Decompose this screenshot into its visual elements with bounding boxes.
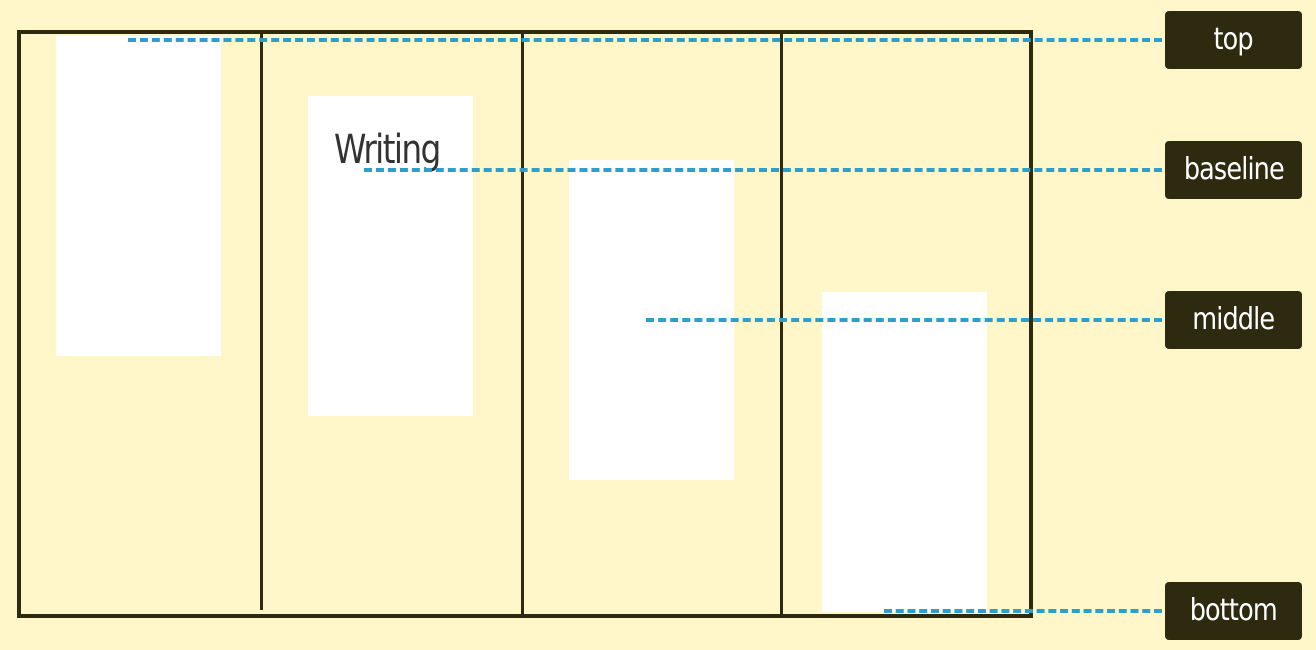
top-aligned-box [56,36,221,356]
bottom-guide-line [884,609,1162,613]
label-bottom: bottom [1165,582,1302,640]
label-baseline: baseline [1165,141,1302,199]
label-top-text: top [1213,22,1254,57]
middle-guide-line [646,318,1162,322]
label-top: top [1165,11,1302,69]
label-middle-text: middle [1192,302,1276,337]
column-divider-1 [260,32,263,610]
top-guide-line [128,38,1162,42]
label-baseline-text: baseline [1183,152,1284,187]
column-divider-3 [780,32,783,618]
sample-word: Writing [334,127,441,173]
label-middle: middle [1165,291,1302,349]
vertical-align-diagram: Writing top baseline middle bottom [0,0,1316,650]
label-bottom-text: bottom [1189,593,1278,628]
column-divider-2 [521,32,524,618]
baseline-guide-line [364,168,1162,172]
bottom-aligned-box [822,292,987,612]
